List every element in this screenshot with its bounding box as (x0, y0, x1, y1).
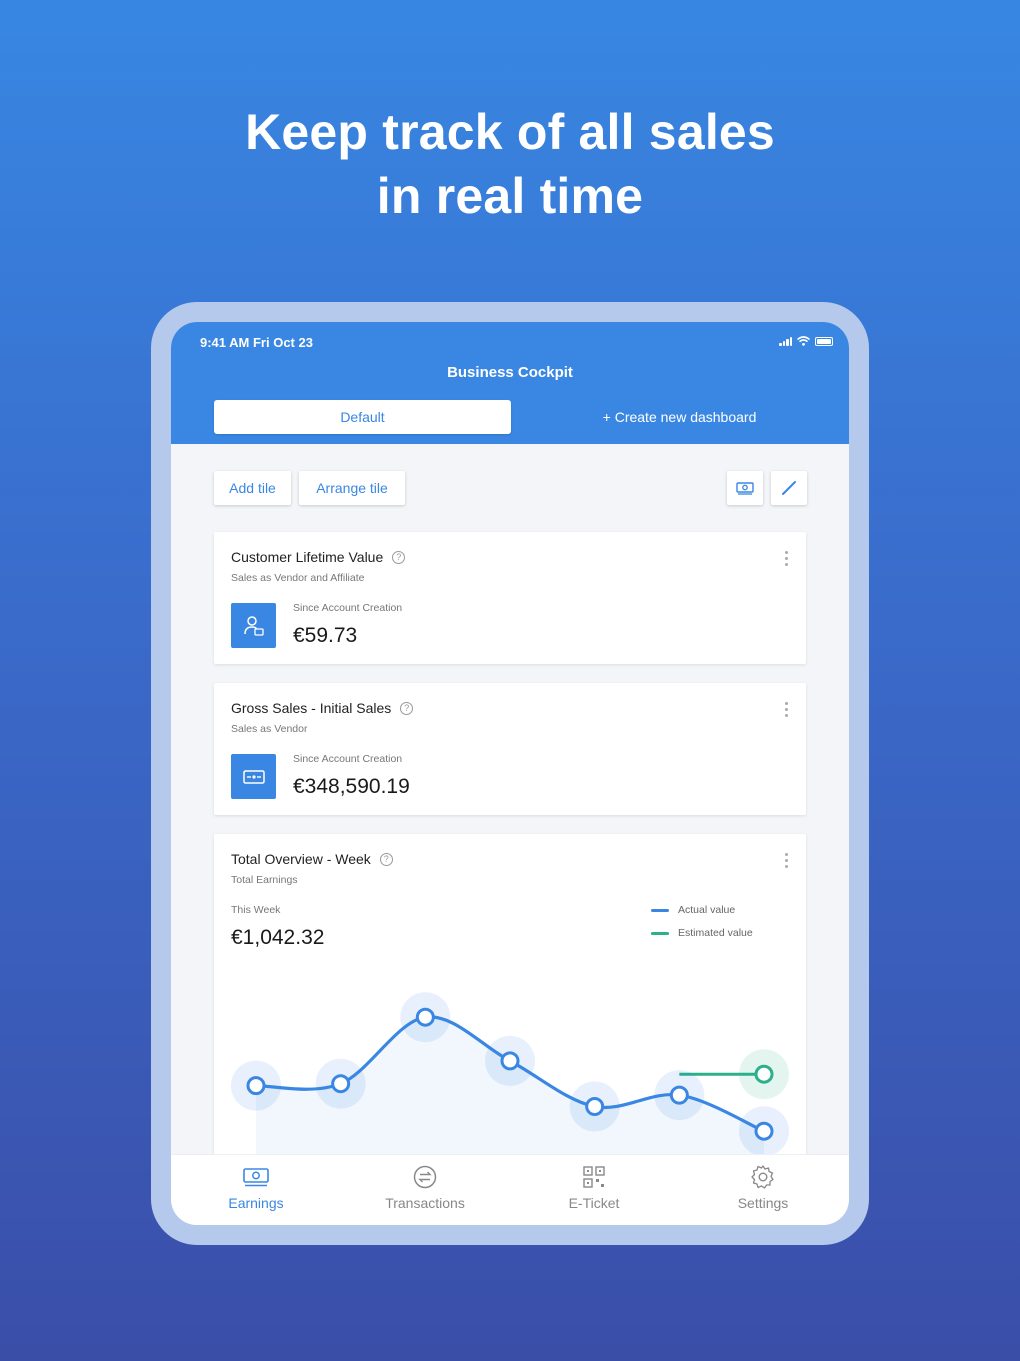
kpi-label: Since Account Creation (293, 602, 403, 614)
app-header: 9:41 AM Fri Oct 23 Business Cockpit Defa… (171, 322, 849, 444)
wifi-icon (797, 336, 810, 346)
kpi-value: €59.73 (293, 624, 358, 647)
status-icons (779, 336, 833, 346)
status-time: 9:41 AM Fri Oct 23 (200, 335, 313, 350)
app-title: Business Cockpit (447, 364, 573, 381)
actual-point (331, 1074, 351, 1094)
tab-default[interactable]: Default (214, 400, 511, 434)
money-icon (736, 482, 754, 495)
signal-icon (779, 336, 792, 346)
nav-label: E-Ticket (568, 1195, 620, 1211)
card-subtitle: Sales as Vendor and Affiliate (231, 572, 365, 584)
more-menu-icon[interactable] (785, 702, 789, 717)
add-tile-button[interactable]: Add tile (214, 471, 291, 505)
pencil-icon (782, 481, 796, 495)
kpi-label: Since Account Creation (293, 753, 403, 765)
customer-lifetime-value-card: Customer Lifetime Value ? Sales as Vendo… (214, 532, 806, 664)
week-earnings-chart (231, 992, 789, 1157)
actual-point (415, 1007, 435, 1027)
card-subtitle: Sales as Vendor (231, 723, 308, 735)
gross-sales-card: Gross Sales - Initial Sales ? Sales as V… (214, 683, 806, 815)
card-title: Gross Sales - Initial Sales (231, 700, 392, 716)
actual-point (500, 1051, 520, 1071)
tablet-frame: 9:41 AM Fri Oct 23 Business Cockpit Defa… (151, 302, 869, 1245)
total-overview-card: Total Overview - Week ? Total Earnings T… (214, 834, 806, 1164)
transactions-icon (413, 1165, 437, 1189)
card-icon (231, 754, 276, 799)
nav-settings[interactable]: Settings (703, 1163, 823, 1211)
help-icon[interactable]: ? (400, 701, 414, 715)
headline: Keep track of all sales in real time (0, 100, 1020, 228)
nav-transactions[interactable]: Transactions (365, 1163, 485, 1211)
money-button[interactable] (727, 471, 763, 505)
app-screen: 9:41 AM Fri Oct 23 Business Cockpit Defa… (171, 322, 849, 1225)
arrange-tile-button[interactable]: Arrange tile (299, 471, 405, 505)
edit-button[interactable] (771, 471, 807, 505)
card-title-row: Gross Sales - Initial Sales ? (231, 700, 414, 716)
nav-label: Earnings (228, 1195, 284, 1211)
battery-icon (815, 336, 833, 346)
create-dashboard-button[interactable]: + Create new dashboard (531, 400, 828, 434)
nav-e-ticket[interactable]: E-Ticket (534, 1163, 654, 1211)
help-icon[interactable]: ? (392, 550, 406, 564)
nav-label: Settings (737, 1195, 789, 1211)
kpi-value: €348,590.19 (293, 775, 410, 798)
actual-point (585, 1097, 605, 1116)
actual-point (669, 1085, 689, 1105)
card-title: Customer Lifetime Value (231, 549, 384, 565)
more-menu-icon[interactable] (785, 551, 789, 566)
headline-line-2: in real time (376, 168, 644, 224)
earnings-icon (243, 1168, 269, 1187)
actual-point (246, 1076, 266, 1096)
headline-line-1: Keep track of all sales (245, 104, 775, 160)
nav-label: Transactions (385, 1195, 465, 1211)
card-title-row: Customer Lifetime Value ? (231, 549, 406, 565)
qr-code-icon (583, 1166, 605, 1188)
customer-icon (231, 603, 276, 648)
nav-earnings[interactable]: Earnings (196, 1163, 316, 1211)
bottom-navigation: Earnings Transactions E-Ticket Settings (171, 1154, 849, 1225)
gear-icon (751, 1165, 774, 1189)
actual-point (754, 1121, 774, 1141)
estimated-point (754, 1064, 774, 1084)
